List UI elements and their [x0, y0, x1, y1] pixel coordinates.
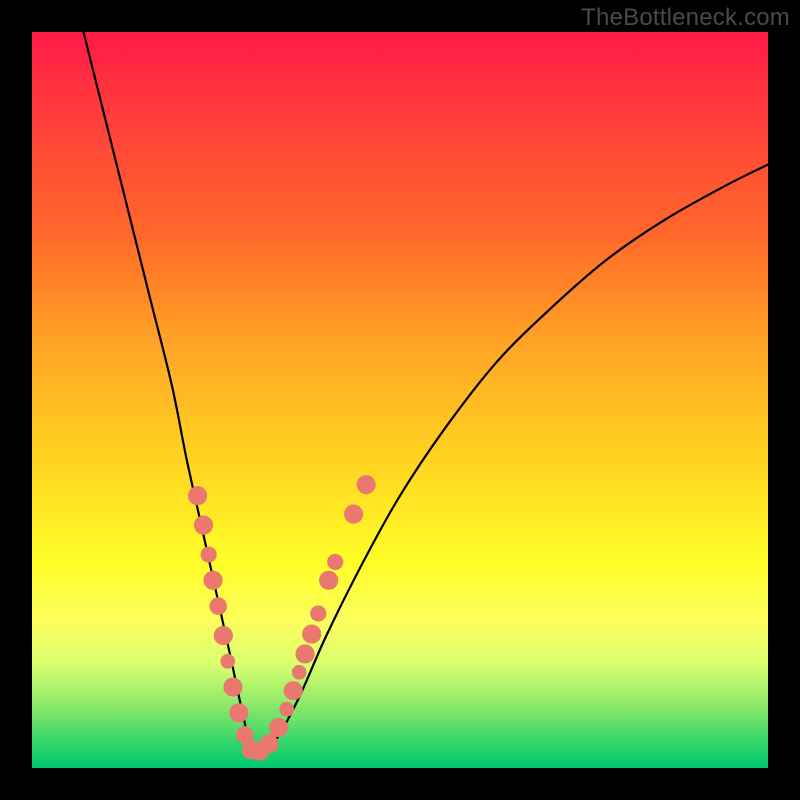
bottleneck-curve-path [84, 32, 768, 753]
highlight-dot [269, 718, 288, 737]
highlight-dot [188, 486, 207, 505]
highlight-dot [220, 654, 235, 669]
highlight-dot [214, 626, 233, 645]
chart-svg [32, 32, 768, 768]
highlight-dot [223, 677, 242, 696]
highlight-dot [209, 597, 227, 615]
highlight-dots-group [188, 475, 376, 761]
highlight-dot [194, 516, 213, 535]
highlight-dot [292, 665, 307, 680]
highlight-dot [279, 702, 294, 717]
highlight-dot [302, 624, 321, 643]
highlight-dot [344, 505, 363, 524]
highlight-dot [259, 734, 278, 753]
watermark-text: TheBottleneck.com [581, 4, 790, 32]
highlight-dot [357, 475, 376, 494]
highlight-dot [327, 554, 343, 570]
highlight-dot [229, 703, 248, 722]
highlight-dot [319, 571, 338, 590]
highlight-dot [295, 644, 314, 663]
highlight-dot [201, 546, 217, 562]
highlight-dot [203, 571, 222, 590]
highlight-dot [310, 605, 326, 621]
highlight-dot [284, 681, 303, 700]
outer-frame: TheBottleneck.com [0, 0, 800, 800]
plot-area [32, 32, 768, 768]
